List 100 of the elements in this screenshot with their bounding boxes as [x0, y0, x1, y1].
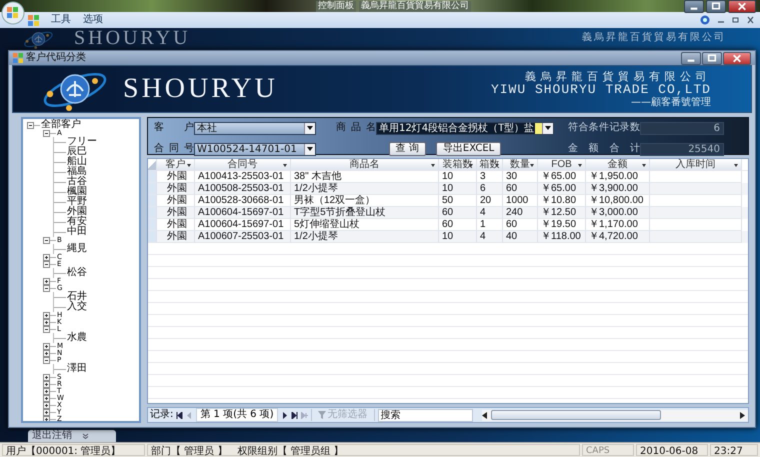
tree-item[interactable]: 外園 — [67, 207, 87, 217]
tree-item[interactable]: 辰巳 — [67, 147, 87, 157]
expand-toggle[interactable] — [43, 319, 50, 326]
first-record-icon[interactable] — [176, 412, 184, 418]
dropdown-caret-icon[interactable] — [469, 164, 473, 167]
expand-toggle[interactable] — [43, 261, 50, 268]
expand-toggle[interactable] — [43, 326, 50, 333]
expand-toggle[interactable] — [43, 374, 50, 381]
logo-icon — [22, 29, 54, 49]
table-cell: 1/2小提琴 — [291, 231, 439, 243]
column-header[interactable]: 装箱数 — [439, 159, 477, 171]
restore-icon[interactable] — [732, 16, 739, 24]
expand-toggle[interactable] — [43, 409, 50, 416]
product-dropdown[interactable]: 单用12灯4段铝合金拐杖（T型）盐 — [376, 122, 554, 134]
expand-toggle[interactable] — [43, 312, 50, 319]
expand-toggle[interactable] — [43, 395, 50, 402]
company-name-english: YIWU SHOURYU TRADE CO,LTD — [490, 82, 711, 96]
maximize-icon[interactable] — [702, 52, 722, 64]
expand-toggle[interactable] — [43, 357, 50, 364]
field-label: 金额合计 — [568, 143, 640, 155]
menu-item[interactable]: 选项 — [83, 14, 103, 26]
query-button[interactable]: 查 询 — [388, 142, 426, 156]
window-title: 控制面板 — [316, 0, 356, 12]
dropdown-caret-icon[interactable] — [187, 164, 191, 167]
app-orb-icon[interactable] — [1, 1, 25, 25]
role-status: 权限组别【 管理员组 】 — [237, 445, 344, 455]
readout-field: 25540 — [640, 142, 724, 156]
customer-dropdown[interactable]: 本社 — [194, 122, 316, 134]
scroll-thumb[interactable] — [490, 410, 661, 420]
table-cell: 4 — [477, 231, 503, 243]
expand-toggle[interactable] — [43, 285, 50, 292]
tree-item[interactable]: 平野 — [67, 197, 87, 207]
logout-tab[interactable]: 退出注销 — [28, 430, 116, 442]
expand-toggle[interactable] — [43, 381, 50, 388]
field-label: 客户 — [154, 122, 194, 134]
tree-item[interactable]: 松谷 — [67, 268, 87, 278]
close-icon[interactable] — [728, 0, 756, 12]
close-icon[interactable] — [723, 52, 751, 64]
next-record-icon[interactable] — [280, 412, 288, 418]
menu-item[interactable]: 工具 — [51, 14, 71, 26]
tree-item[interactable]: 縄見 — [67, 244, 87, 254]
tree-item[interactable]: 石井 — [67, 292, 87, 302]
table-cell: ￥118.00 — [538, 231, 586, 243]
field-label: 商品名 — [336, 122, 376, 134]
app-icon[interactable] — [28, 14, 39, 26]
dropdown-caret-icon[interactable] — [307, 126, 313, 130]
last-record-icon[interactable] — [290, 412, 298, 418]
search-field[interactable]: 搜索 — [378, 408, 473, 422]
tree-item[interactable]: 水農 — [67, 333, 87, 343]
expand-toggle[interactable] — [43, 416, 50, 421]
dropdown-caret-icon[interactable] — [495, 164, 499, 167]
scroll-right-icon[interactable] — [740, 412, 745, 418]
dropdown-caret-icon[interactable] — [307, 147, 313, 151]
column-header[interactable]: FOB — [538, 159, 586, 171]
help-icon[interactable] — [700, 15, 710, 25]
expand-toggle[interactable] — [27, 122, 34, 128]
expand-toggle[interactable] — [43, 388, 50, 395]
tree-item[interactable]: 入交 — [67, 302, 87, 312]
table-cell: ￥4,720.00 — [586, 231, 650, 243]
company-name: 義烏昇龍百貨貿易有限公司 — [582, 32, 726, 44]
tree-item[interactable]: フリー — [67, 137, 97, 147]
tree-item[interactable]: 福島 — [67, 167, 87, 177]
expand-toggle[interactable] — [43, 350, 50, 357]
expand-toggle[interactable] — [43, 130, 50, 137]
dropdown-caret-icon[interactable] — [283, 164, 287, 167]
dropdown-caret-icon[interactable] — [734, 164, 738, 167]
expand-toggle[interactable] — [43, 278, 50, 285]
table-cell: 外園 — [157, 231, 195, 243]
minimize-icon[interactable] — [681, 52, 701, 64]
tree-item[interactable]: 中田 — [67, 227, 87, 237]
dropdown-caret-icon[interactable] — [642, 164, 646, 167]
close-icon[interactable] — [747, 16, 754, 24]
export-button[interactable]: 导出EXCEL — [436, 142, 502, 156]
expand-toggle[interactable] — [43, 343, 50, 350]
tree-item[interactable]: 有安 — [67, 217, 87, 227]
tree-item[interactable]: 船山 — [67, 157, 87, 167]
record-position: 第 1 项(共 6 项) — [196, 408, 278, 422]
dropdown-caret-icon[interactable] — [578, 164, 582, 167]
column-header[interactable]: 合同号 — [195, 159, 291, 171]
dropdown-caret-icon[interactable] — [431, 164, 435, 167]
field-label: 合同号 — [154, 143, 194, 155]
table-cell: 10 — [439, 231, 477, 243]
caps-indicator: CAPS — [582, 444, 634, 456]
tree-item[interactable]: 澤田 — [67, 364, 87, 374]
maximize-icon[interactable] — [706, 0, 726, 12]
horizontal-scrollbar[interactable] — [482, 410, 748, 420]
tree-item[interactable]: 古谷 — [67, 177, 87, 187]
time-status: 23:27 — [710, 444, 758, 456]
dropdown-caret-icon[interactable] — [545, 126, 551, 130]
dropdown-caret-icon[interactable] — [530, 164, 534, 167]
expand-toggle[interactable] — [43, 254, 50, 261]
minimize-icon[interactable] — [684, 0, 704, 12]
scroll-left-icon[interactable] — [482, 412, 487, 418]
expand-toggle[interactable] — [43, 237, 50, 244]
table-cell: A100607-25503-01 — [195, 231, 291, 243]
contract-dropdown[interactable]: W100524-14701-01 — [194, 142, 316, 156]
expand-toggle[interactable] — [43, 402, 50, 409]
logo-text: SHOURYU — [123, 73, 278, 105]
column-header[interactable]: 数量 — [503, 159, 538, 171]
tree-item[interactable]: 楓園 — [67, 187, 87, 197]
